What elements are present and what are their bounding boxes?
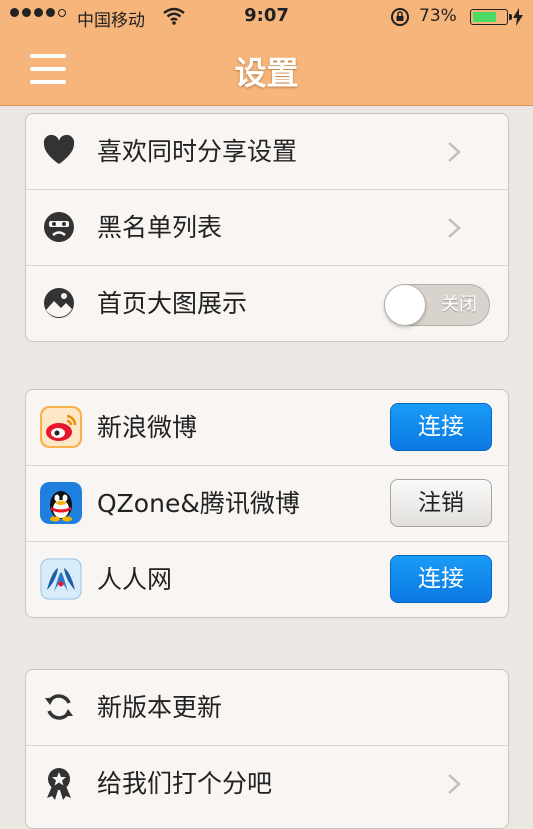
row-label: 给我们打个分吧 [97,769,273,798]
qq-icon [40,482,82,524]
row-label: 新浪微博 [97,413,198,442]
row-label: 人人网 [97,565,173,594]
chevron-right-icon [448,774,461,794]
row-homepage-large-image: 首页大图展示 关闭 [26,266,508,341]
chevron-right-icon [448,142,461,162]
row-label: 喜欢同时分享设置 [97,137,298,166]
renren-icon [40,558,82,600]
weibo-icon [40,406,82,448]
about-group: 新版本更新 给我们打个分吧 [25,669,509,829]
row-rate-us[interactable]: 给我们打个分吧 [26,746,508,822]
row-sina-weibo: 新浪微博 连接 [26,390,508,466]
rating-badge-icon [47,768,71,800]
charging-bolt-icon [513,8,523,26]
chevron-right-icon [448,218,461,238]
large-image-toggle[interactable]: 关闭 [384,284,490,326]
blacklist-face-icon [44,212,74,242]
sina-weibo-connect-button[interactable]: 连接 [390,403,492,451]
battery-percent: 73% [419,6,457,26]
toggle-state-label: 关闭 [441,294,477,315]
preferences-group: 喜欢同时分享设置 黑名单列表 首页大图展示 关闭 [25,113,509,342]
renren-connect-button[interactable]: 连接 [390,555,492,603]
row-blacklist[interactable]: 黑名单列表 [26,190,508,266]
refresh-icon [45,694,73,720]
row-label: 新版本更新 [97,693,223,722]
row-renren: 人人网 连接 [26,542,508,617]
row-qzone-tencent-weibo: QZone&腾讯微博 注销 [26,466,508,542]
toggle-knob [384,284,426,326]
page-title: 设置 [234,54,299,92]
row-version-update[interactable]: 新版本更新 [26,670,508,746]
row-share-settings[interactable]: 喜欢同时分享设置 [26,114,508,190]
row-label: 黑名单列表 [97,213,223,242]
rotation-lock-icon [391,8,409,26]
heart-icon [43,134,75,164]
accounts-group: 新浪微博 连接 QZone&腾讯微博 注销 人人网 连接 [25,389,509,618]
image-icon [44,288,74,318]
qzone-logout-button[interactable]: 注销 [390,479,492,527]
top-bar: 中国移动 9:07 73% 设置 [0,0,533,106]
battery-icon [470,9,512,25]
row-label: QZone&腾讯微博 [97,489,300,518]
row-label: 首页大图展示 [97,289,248,318]
status-bar: 中国移动 9:07 73% [0,0,533,34]
